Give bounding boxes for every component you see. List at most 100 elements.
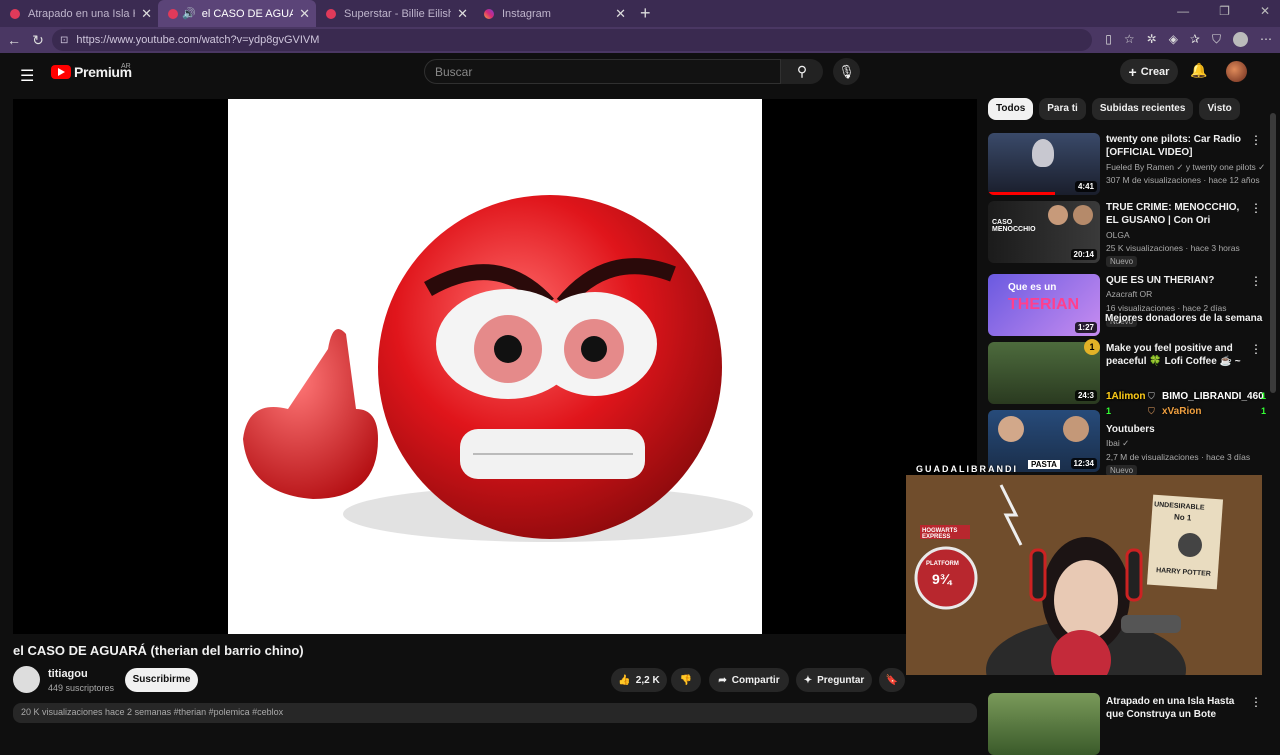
video-title: el CASO DE AGUARÁ (therian del barrio ch… bbox=[13, 643, 304, 658]
speaker-icon[interactable]: 🔊 bbox=[182, 7, 196, 20]
thumb-text: Que es un bbox=[1008, 282, 1057, 293]
rec-title[interactable]: Youtubers bbox=[1106, 423, 1244, 436]
chip-subidas-recientes[interactable]: Subidas recientes bbox=[1091, 98, 1194, 120]
donor-value: 1 bbox=[1261, 391, 1267, 401]
rec-title[interactable]: twenty one pilots: Car Radio [OFFICIAL V… bbox=[1106, 133, 1244, 159]
youtube-premium-logo[interactable]: Premium AR bbox=[51, 63, 132, 80]
reload-icon[interactable]: ↻ bbox=[26, 32, 50, 49]
more-options-icon[interactable]: ⋯ bbox=[1260, 32, 1272, 47]
favorites-icon[interactable]: ✰ bbox=[1190, 32, 1200, 47]
extensions-icon[interactable]: ✲ bbox=[1147, 32, 1157, 47]
tab-caso-aguara[interactable]: 🔊 el CASO DE AGUARÁ (therian ✕ bbox=[158, 0, 316, 27]
tab-title: Instagram bbox=[502, 7, 551, 20]
more-vert-icon[interactable]: ⋮ bbox=[1250, 695, 1262, 709]
more-vert-icon[interactable]: ⋮ bbox=[1250, 274, 1262, 288]
donor-value: 1 bbox=[1261, 406, 1267, 416]
webcam-overlay: UNDESIRABLE No 1 HARRY POTTER HOGWARTS E… bbox=[906, 475, 1262, 675]
favorite-star-icon[interactable]: ☆ bbox=[1124, 32, 1135, 47]
address-bar: ← ↻ ⊡ https://www.youtube.com/watch?v=yd… bbox=[0, 27, 1280, 53]
new-tab-button[interactable]: + bbox=[640, 3, 651, 24]
video-thumbnail[interactable]: 4:41 bbox=[988, 133, 1100, 195]
streamer-label: GUADALIBRANDI bbox=[916, 464, 1018, 474]
close-window-icon[interactable]: ✕ bbox=[1260, 4, 1270, 18]
site-info-icon[interactable]: ⊡ bbox=[60, 35, 68, 46]
rec-channel[interactable]: OLGA bbox=[1106, 230, 1130, 240]
tab-title: Superstar - Billie Eilish (unrealeas bbox=[344, 7, 452, 20]
plus-icon: + bbox=[1128, 63, 1137, 80]
window-controls: — ❐ ✕ bbox=[1177, 4, 1270, 18]
create-label: Crear bbox=[1140, 65, 1170, 78]
more-vert-icon[interactable]: ⋮ bbox=[1250, 133, 1262, 147]
tab-instagram[interactable]: Instagram ✕ bbox=[474, 0, 632, 27]
search-input[interactable]: Buscar bbox=[424, 59, 781, 84]
security-shield-icon[interactable]: ⛉ bbox=[1212, 32, 1221, 47]
user-avatar[interactable] bbox=[1226, 61, 1247, 82]
notifications-bell-icon[interactable]: 🔔 bbox=[1190, 62, 1207, 79]
video-thumbnail[interactable] bbox=[988, 693, 1100, 755]
video-duration: 4:41 bbox=[1074, 181, 1097, 192]
tab-close-icon[interactable]: ✕ bbox=[615, 6, 626, 22]
minimize-icon[interactable]: — bbox=[1177, 4, 1189, 18]
like-button[interactable]: 👍 2,2 K bbox=[611, 668, 667, 692]
video-thumbnail[interactable]: PASTA 12:34 bbox=[988, 410, 1100, 472]
dislike-button[interactable]: 👎 bbox=[671, 668, 701, 692]
profile-avatar[interactable] bbox=[1233, 32, 1248, 47]
video-thumbnail[interactable]: CASO MENOCCHIO 20:14 bbox=[988, 201, 1100, 263]
angry-emoji-image bbox=[243, 195, 753, 542]
back-icon[interactable]: ← bbox=[2, 32, 26, 48]
video-player[interactable] bbox=[13, 99, 977, 634]
browser-tabbar: Atrapado en una Isla Hasta que C ✕ 🔊 el … bbox=[0, 0, 1280, 27]
rec-title[interactable]: QUE ES UN THERIAN? bbox=[1106, 274, 1244, 287]
recommendation-item[interactable]: 4:41 twenty one pilots: Car Radio [OFFIC… bbox=[988, 133, 1268, 195]
channel-avatar[interactable] bbox=[13, 666, 40, 693]
tab-close-icon[interactable]: ✕ bbox=[457, 6, 468, 22]
menu-hamburger-icon[interactable]: ☰ bbox=[20, 66, 34, 86]
ask-button[interactable]: ✦ Preguntar bbox=[796, 668, 872, 692]
donor-shield-icon: ⛉ bbox=[1148, 391, 1155, 401]
more-vert-icon[interactable]: ⋮ bbox=[1250, 201, 1262, 215]
youtube-play-icon bbox=[51, 65, 71, 79]
video-frame[interactable] bbox=[228, 99, 762, 634]
donor-name: BIMO_LIBRANDI_460 bbox=[1162, 391, 1264, 402]
chip-todos[interactable]: Todos bbox=[988, 98, 1034, 120]
copilot-icon[interactable]: ◈ bbox=[1169, 32, 1178, 47]
description-box[interactable]: 20 K visualizaciones hace 2 semanas #the… bbox=[13, 703, 977, 723]
donors-title: Mejores donadores de la semana bbox=[1105, 313, 1263, 324]
donor-name: 1Alimon bbox=[1106, 391, 1146, 402]
chip-para-ti[interactable]: Para ti bbox=[1039, 98, 1086, 120]
rec-title[interactable]: Atrapado en una Isla Hasta que Construya… bbox=[1106, 695, 1244, 721]
tab-close-icon[interactable]: ✕ bbox=[141, 6, 152, 22]
recommendation-item[interactable]: PASTA 12:34 Youtubers Ibai ✓ 2,7 M de vi… bbox=[988, 410, 1268, 476]
restore-icon[interactable]: ❐ bbox=[1219, 4, 1230, 18]
rec-channel[interactable]: Azacraft OR bbox=[1106, 289, 1152, 299]
sparkle-icon: ✦ bbox=[803, 674, 813, 686]
youtube-favicon-icon bbox=[326, 8, 336, 19]
thumbs-down-icon: 👎 bbox=[679, 674, 693, 686]
search-button[interactable]: ⚲ bbox=[781, 59, 823, 84]
rec-title[interactable]: TRUE CRIME: MENOCCHIO, EL GUSANO | Con O… bbox=[1106, 201, 1244, 227]
rec-channel[interactable]: Fueled By Ramen ✓ y twenty one pilots ✓ bbox=[1106, 162, 1265, 173]
youtube-favicon-icon bbox=[10, 8, 20, 19]
subscribe-button[interactable]: Suscribirme bbox=[125, 668, 198, 692]
url-field[interactable]: ⊡ https://www.youtube.com/watch?v=ydp8gv… bbox=[52, 29, 1092, 51]
recommendation-item[interactable]: CASO MENOCCHIO 20:14 TRUE CRIME: MENOCCH… bbox=[988, 201, 1268, 267]
rec-meta: 25 K visualizaciones · hace 3 horas bbox=[1106, 243, 1240, 253]
create-button[interactable]: + Crear bbox=[1120, 59, 1178, 84]
voice-search-button[interactable]: 🎙 bbox=[833, 58, 860, 85]
channel-name[interactable]: titiagou bbox=[48, 668, 88, 680]
rec-meta: 307 M de visualizaciones · hace 12 años bbox=[1106, 175, 1260, 185]
tab-close-icon[interactable]: ✕ bbox=[299, 6, 310, 22]
sign-text: No 1 bbox=[1173, 512, 1192, 523]
split-screen-icon[interactable]: ▯ bbox=[1105, 32, 1112, 47]
sign-text: PLATFORM bbox=[926, 561, 959, 567]
recommendation-item[interactable]: Atrapado en una Isla Hasta que Construya… bbox=[988, 693, 1268, 755]
chip-visto[interactable]: Visto bbox=[1199, 98, 1240, 120]
tab-superstar[interactable]: Superstar - Billie Eilish (unrealeas ✕ bbox=[316, 0, 474, 27]
country-code: AR bbox=[121, 63, 131, 70]
share-button[interactable]: ➦ Compartir bbox=[709, 668, 789, 692]
thumb-text: CASO MENOCCHIO bbox=[992, 219, 1036, 233]
share-label: Compartir bbox=[731, 674, 780, 686]
tab-atrapado[interactable]: Atrapado en una Isla Hasta que C ✕ bbox=[0, 0, 158, 27]
rec-channel[interactable]: Ibai ✓ bbox=[1106, 438, 1129, 449]
save-button[interactable]: 🔖 bbox=[879, 668, 905, 692]
